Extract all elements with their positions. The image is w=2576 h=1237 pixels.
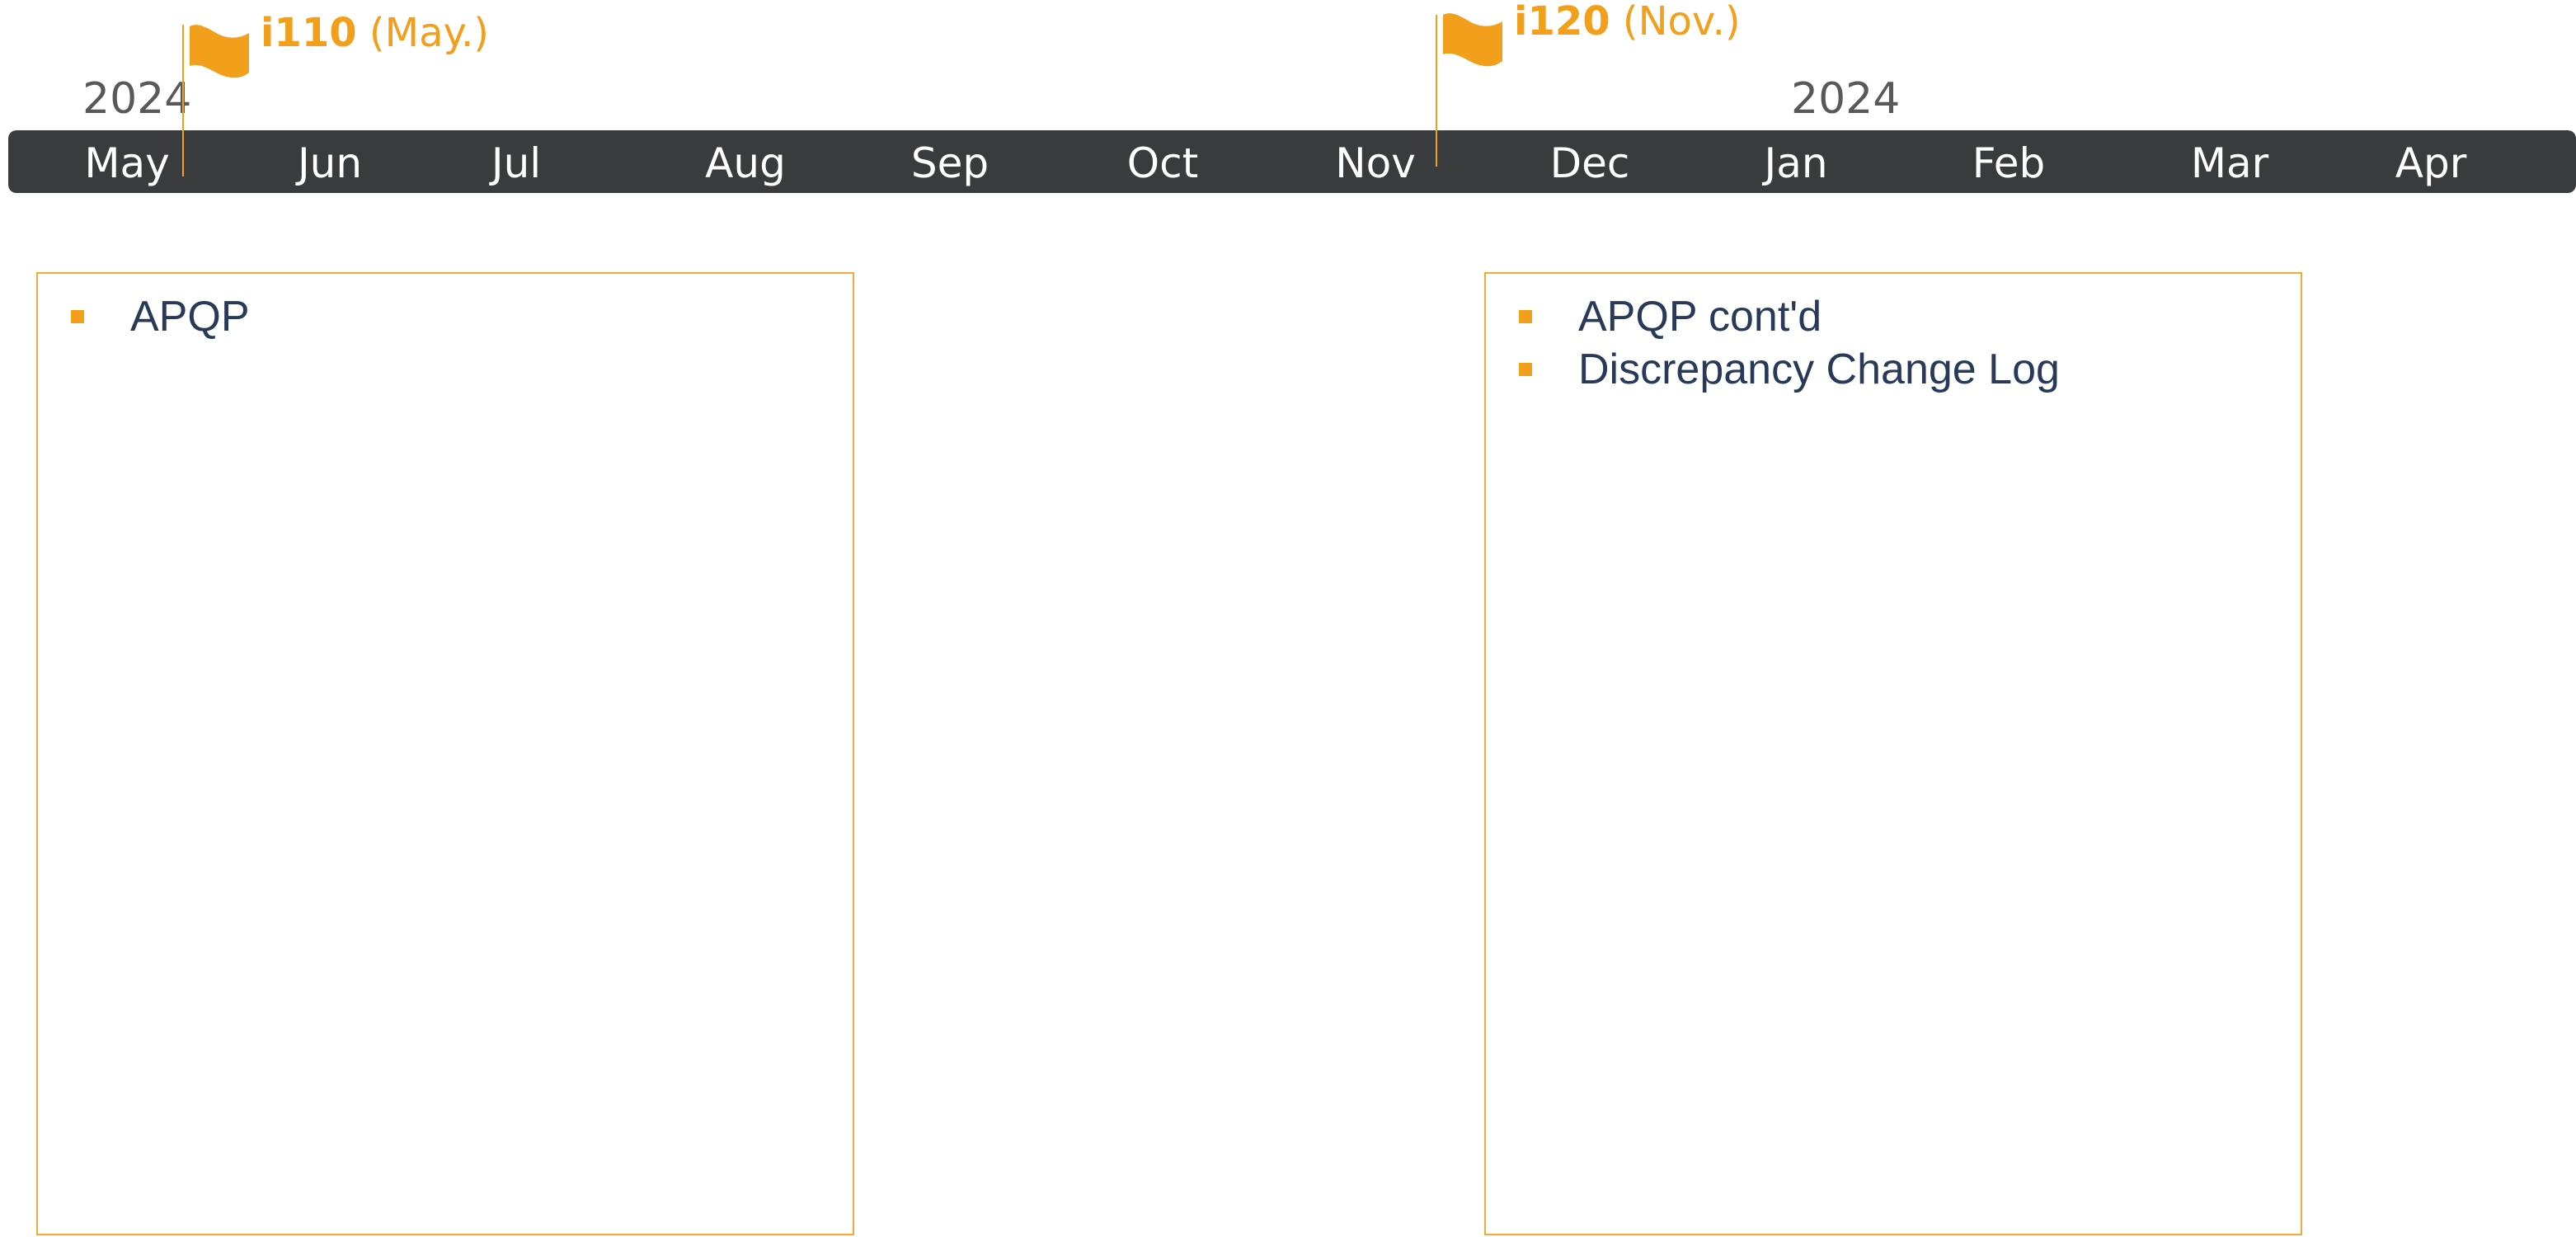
flag-icon	[190, 25, 249, 78]
month-label: Dec	[1549, 139, 1630, 187]
bullet-text: APQP cont'd	[1578, 293, 1822, 341]
milestone-label: i110 (May.)	[261, 10, 489, 56]
bullet-list: APQP	[71, 290, 250, 343]
milestone-marker-line	[1436, 15, 1437, 167]
bullet-item: APQP cont'd	[1519, 290, 2060, 343]
month-label: Jul	[491, 139, 542, 187]
milestone-label: i120 (Nov.)	[1514, 0, 1741, 45]
month-label: Jun	[297, 139, 363, 187]
task-box-i120: APQP cont'd Discrepancy Change Log	[1484, 272, 2302, 1235]
flag-icon	[1443, 13, 1502, 67]
bullet-list: APQP cont'd Discrepancy Change Log	[1519, 290, 2060, 396]
bullet-text: APQP	[130, 293, 250, 341]
bullet-item: Discrepancy Change Log	[1519, 343, 2060, 396]
month-label: Sep	[910, 139, 990, 187]
milestone-marker-line	[182, 25, 184, 176]
month-label: Nov	[1335, 139, 1416, 187]
bullet-square-icon	[1519, 310, 1532, 323]
month-label: Jan	[1764, 139, 1828, 187]
year-label-start: 2024	[82, 74, 192, 124]
month-label: Mar	[2190, 139, 2269, 187]
milestone-name: i120	[1514, 0, 1610, 45]
bullet-item: APQP	[71, 290, 250, 343]
milestone-month: (May.)	[369, 10, 490, 56]
year-label-second: 2024	[1791, 74, 1901, 124]
month-label: Feb	[1972, 139, 2046, 187]
bullet-square-icon	[71, 310, 84, 323]
milestone-name: i110	[261, 10, 357, 56]
month-label: Apr	[2395, 139, 2467, 187]
month-label: Oct	[1126, 139, 1199, 187]
milestone-month: (Nov.)	[1622, 0, 1741, 45]
month-label: May	[84, 139, 170, 187]
task-box-i110: APQP	[36, 272, 854, 1235]
bullet-text: Discrepancy Change Log	[1578, 346, 2060, 393]
bullet-square-icon	[1519, 363, 1532, 376]
month-label: Aug	[705, 139, 786, 187]
